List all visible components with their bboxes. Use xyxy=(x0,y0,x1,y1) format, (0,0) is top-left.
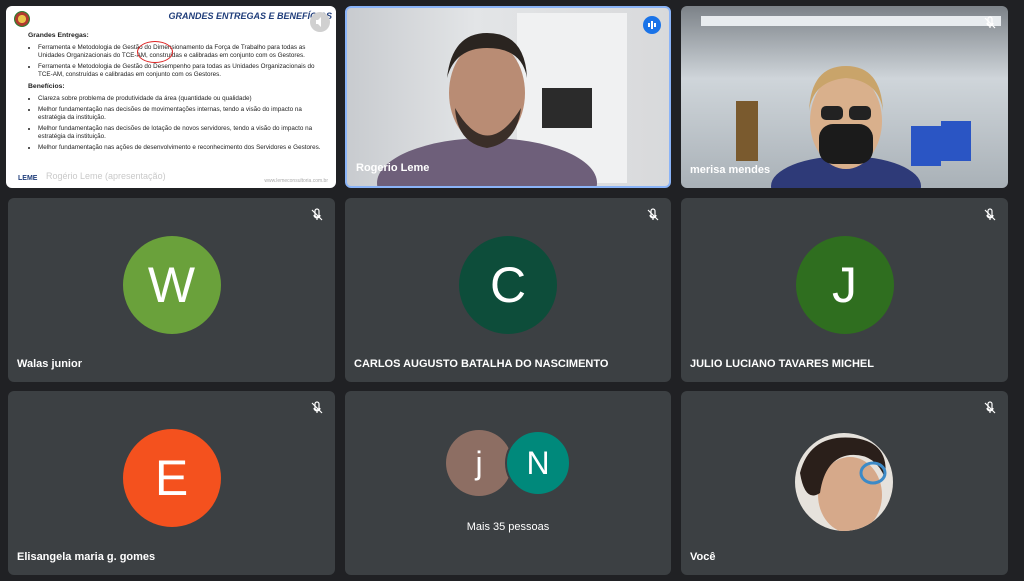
avatar: N xyxy=(505,430,571,496)
participant-name: Elisangela maria g. gomes xyxy=(17,551,156,563)
mic-off-icon xyxy=(311,401,323,414)
participant-tile-elisangela[interactable]: E Elisangela maria g. gomes xyxy=(8,391,335,575)
slide-bullet: Ferramenta e Metodologia de Gestão do De… xyxy=(38,63,328,79)
avatar xyxy=(795,433,893,531)
participant-tile-walas[interactable]: W Walas junior xyxy=(8,198,335,382)
slide-bullet: Melhor fundamentação nas decisões de lot… xyxy=(38,125,328,141)
slide-title: GRANDES ENTREGAS E BENEFÍCIOS xyxy=(168,11,332,21)
annotation-circle xyxy=(137,41,173,63)
participant-name: JULIO LUCIANO TAVARES MICHEL xyxy=(690,358,874,370)
participant-name: Walas junior xyxy=(17,358,82,370)
more-participants-tile[interactable]: j N Mais 35 pessoas xyxy=(345,391,671,575)
participant-name: CARLOS AUGUSTO BATALHA DO NASCIMENTO xyxy=(354,358,609,370)
mic-off-icon xyxy=(984,208,996,221)
slide-body: Grandes Entregas: Ferramenta e Metodolog… xyxy=(28,28,328,155)
slide-bullet: Melhor fundamentação nas decisões de mov… xyxy=(38,106,328,122)
participant-video xyxy=(377,13,627,186)
mic-off-icon xyxy=(984,16,996,29)
slide-bullet: Ferramenta e Metodologia de Gestão do Di… xyxy=(38,44,328,60)
leme-logo: LEME xyxy=(18,175,38,182)
participant-name: Você xyxy=(690,551,716,563)
participant-tile-self[interactable]: Você xyxy=(681,391,1008,575)
participant-tile-merisa[interactable]: merisa mendes xyxy=(681,6,1008,188)
participant-tile-julio[interactable]: J JULIO LUCIANO TAVARES MICHEL xyxy=(681,198,1008,382)
avatar: E xyxy=(122,429,221,527)
slide-bullet: Clareza sobre problema de produtividade … xyxy=(38,95,328,103)
audio-wave-icon xyxy=(643,16,661,34)
participant-video xyxy=(701,16,1001,188)
participant-tile-carlos[interactable]: C CARLOS AUGUSTO BATALHA DO NASCIMENTO xyxy=(345,198,671,382)
slide-section-heading: Grandes Entregas: xyxy=(28,32,89,39)
avatar: W xyxy=(122,236,221,334)
mic-off-icon xyxy=(984,401,996,414)
organization-logo-icon xyxy=(14,11,30,27)
slide-bullet: Melhor fundamentação nas ações de desenv… xyxy=(38,144,328,152)
presenter-caption: Rogério Leme (apresentação) xyxy=(46,171,166,181)
presentation-slide: GRANDES ENTREGAS E BENEFÍCIOS Grandes En… xyxy=(6,6,336,188)
avatar: J xyxy=(795,236,894,334)
participant-name: Rogerio Leme xyxy=(356,162,430,174)
mic-off-icon xyxy=(647,208,659,221)
more-people-label: Mais 35 pessoas xyxy=(466,521,550,533)
mic-off-icon xyxy=(311,208,323,221)
avatar: j xyxy=(446,430,512,496)
slide-footer: www.lemeconsultoria.com.br xyxy=(264,178,328,184)
avatar: C xyxy=(459,236,557,334)
presentation-tile[interactable]: GRANDES ENTREGAS E BENEFÍCIOS Grandes En… xyxy=(6,6,336,188)
participant-tile-rogerio[interactable]: Rogerio Leme xyxy=(345,6,671,188)
slide-section-heading: Benefícios: xyxy=(28,83,65,90)
participant-name: merisa mendes xyxy=(690,164,771,176)
